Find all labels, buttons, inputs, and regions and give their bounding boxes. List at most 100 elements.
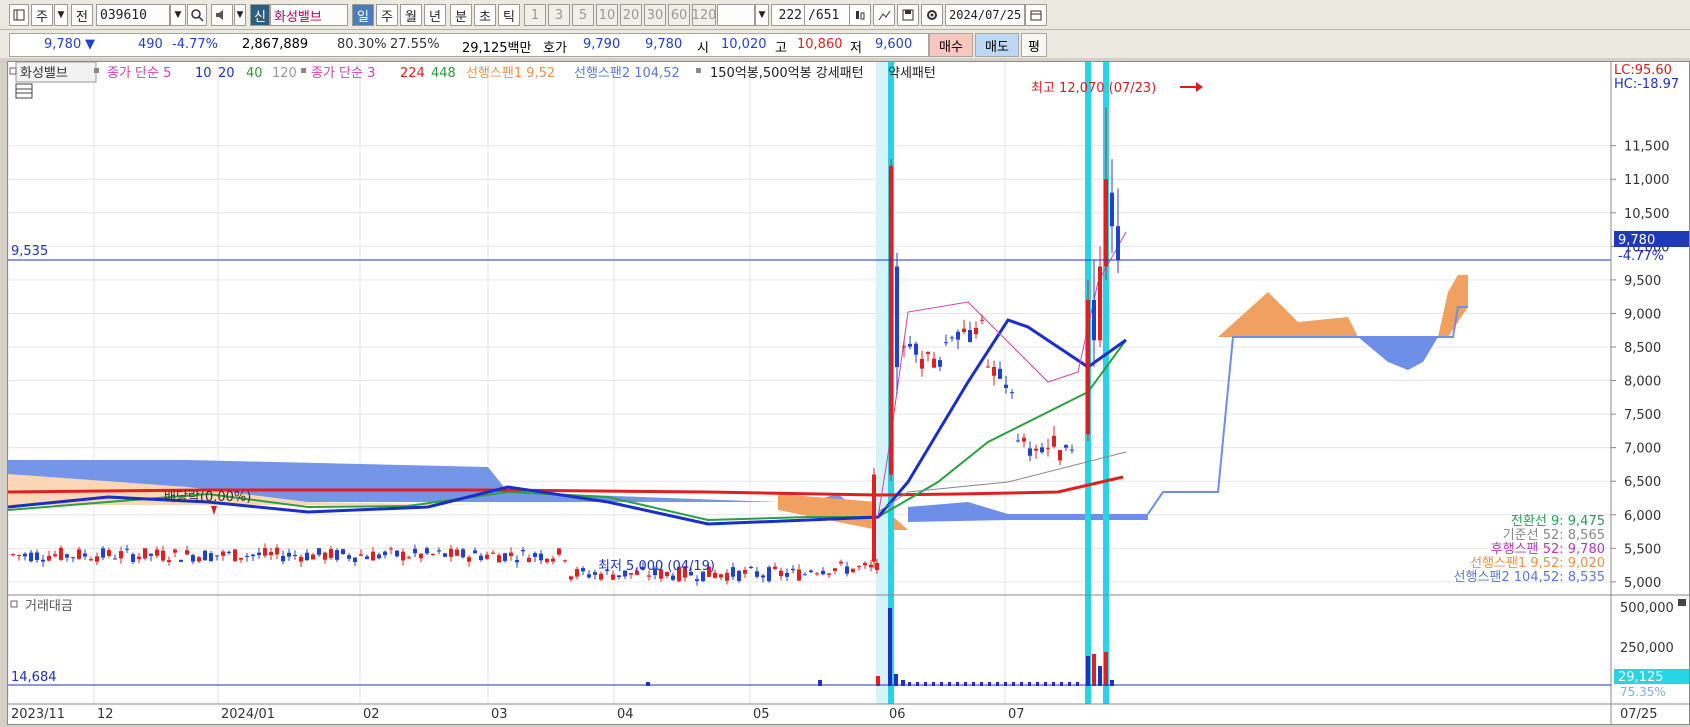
candle-body bbox=[1046, 448, 1050, 450]
candle-body bbox=[53, 554, 57, 557]
period-minute[interactable]: 분 bbox=[450, 4, 472, 26]
candle-icon[interactable] bbox=[849, 4, 871, 26]
candle-body bbox=[485, 554, 489, 559]
period-week[interactable]: 주 bbox=[376, 4, 398, 26]
interval-5[interactable]: 5 bbox=[572, 4, 594, 26]
candle-body bbox=[889, 165, 893, 475]
candle-body bbox=[275, 547, 279, 555]
candle-body bbox=[299, 556, 303, 562]
legend-toggle-icon[interactable] bbox=[9, 67, 17, 75]
speaker-icon[interactable] bbox=[211, 4, 233, 26]
candle-body bbox=[557, 548, 561, 555]
candle-body bbox=[875, 562, 879, 570]
interval-10[interactable]: 10 bbox=[596, 4, 618, 26]
interval-3[interactable]: 3 bbox=[548, 4, 570, 26]
interval-1[interactable]: 1 bbox=[524, 4, 546, 26]
candle-body bbox=[761, 575, 765, 578]
candle-body bbox=[377, 554, 381, 559]
candle-body bbox=[293, 554, 297, 556]
period-year[interactable]: 년 bbox=[424, 4, 446, 26]
candle-body bbox=[737, 570, 741, 581]
speaker-dropdown-icon[interactable]: ▼ bbox=[234, 4, 246, 26]
candle-body bbox=[749, 566, 753, 569]
period-day[interactable]: 일 bbox=[352, 4, 374, 26]
dropdown-arrow-icon[interactable]: ▼ bbox=[54, 4, 68, 26]
page-current[interactable]: 222 bbox=[771, 4, 805, 26]
candle-body bbox=[335, 550, 339, 560]
chart-area[interactable]: 9,535 화성밸브 종가 단순 5 10 20 40 120 종가 단순 3 … bbox=[7, 61, 1690, 725]
candle-body bbox=[473, 550, 477, 554]
save-icon[interactable] bbox=[897, 4, 919, 26]
candle-body bbox=[257, 552, 261, 556]
period-month[interactable]: 월 bbox=[400, 4, 422, 26]
open-price: 10,020 bbox=[721, 37, 767, 52]
candle-body bbox=[131, 554, 135, 563]
candle-body bbox=[839, 561, 843, 564]
candle-body bbox=[827, 573, 831, 575]
legend-ma40: 40 bbox=[246, 66, 263, 81]
code-dropdown-icon[interactable]: ▼ bbox=[170, 4, 186, 26]
search-icon[interactable] bbox=[187, 4, 207, 26]
legend-ma224: 224 bbox=[400, 66, 425, 81]
candle-body bbox=[575, 569, 579, 577]
x-end-label: 07/25 bbox=[1620, 707, 1657, 722]
open-label: 시 bbox=[697, 41, 709, 56]
price-chart[interactable]: 9,535 화성밸브 종가 단순 5 10 20 40 120 종가 단순 3 … bbox=[7, 61, 1689, 724]
jeon-button[interactable]: 전 bbox=[71, 4, 93, 26]
date-input[interactable]: 2024/07/25 bbox=[945, 4, 1025, 26]
candle-body bbox=[191, 555, 195, 562]
candle-body bbox=[281, 555, 285, 562]
table-icon[interactable] bbox=[15, 83, 33, 99]
interval-120[interactable]: 120 bbox=[692, 4, 716, 26]
candle-body bbox=[155, 549, 159, 556]
ichimoku-label: 기준선 52: 8,565 bbox=[1503, 528, 1605, 543]
candle-body bbox=[920, 358, 924, 369]
candle-body bbox=[65, 554, 69, 558]
candle-body bbox=[269, 552, 273, 556]
ju-button[interactable]: 주 bbox=[31, 4, 53, 26]
ratio1: 80.30% bbox=[337, 37, 387, 52]
candle-body bbox=[11, 554, 15, 556]
candle-body bbox=[932, 358, 936, 368]
legend-span2: 선행스팬2 104,52 bbox=[574, 65, 680, 81]
chart-type-icon[interactable] bbox=[9, 4, 29, 26]
candle-body bbox=[35, 552, 39, 561]
candle-body bbox=[719, 574, 723, 578]
stock-name[interactable]: 화성밸브 bbox=[270, 4, 348, 26]
candle-body bbox=[767, 567, 771, 582]
eval-button[interactable]: 평 bbox=[1021, 33, 1047, 57]
candle-body bbox=[1034, 448, 1038, 451]
interval-dropdown-icon[interactable]: ▼ bbox=[755, 4, 769, 26]
interval-60[interactable]: 60 bbox=[668, 4, 690, 26]
candle-body bbox=[1028, 448, 1032, 456]
panel-menu-icon[interactable] bbox=[1678, 599, 1686, 606]
price-change: 490 bbox=[138, 37, 163, 52]
candle-body bbox=[323, 552, 327, 560]
chart-icon bbox=[13, 9, 25, 21]
candle-body bbox=[401, 551, 405, 561]
period-tick[interactable]: 틱 bbox=[498, 4, 520, 26]
crosshair-icon[interactable] bbox=[873, 4, 895, 26]
volume-bar bbox=[1086, 656, 1090, 686]
x-label: 06 bbox=[889, 707, 906, 722]
candle-body bbox=[71, 557, 75, 559]
legend-stock-name: 화성밸브 bbox=[20, 66, 68, 81]
x-label: 12 bbox=[97, 707, 114, 722]
candle-body bbox=[593, 572, 597, 575]
candle-body bbox=[353, 557, 357, 563]
interval-20[interactable]: 20 bbox=[620, 4, 642, 26]
candle-body bbox=[83, 553, 87, 557]
candle-body bbox=[815, 573, 819, 575]
sell-button[interactable]: 매도 bbox=[975, 33, 1019, 57]
candle-body bbox=[1058, 450, 1062, 461]
volume-toggle-icon[interactable] bbox=[10, 600, 18, 608]
candle-body bbox=[821, 570, 825, 575]
interval-30[interactable]: 30 bbox=[644, 4, 666, 26]
interval-input[interactable] bbox=[717, 4, 755, 26]
volume-bar bbox=[888, 608, 892, 686]
calendar-icon[interactable] bbox=[1025, 4, 1047, 26]
code-input[interactable]: 039610 bbox=[96, 4, 170, 26]
buy-button[interactable]: 매수 bbox=[929, 33, 973, 57]
gear-icon[interactable] bbox=[921, 4, 943, 26]
period-second[interactable]: 초 bbox=[474, 4, 496, 26]
